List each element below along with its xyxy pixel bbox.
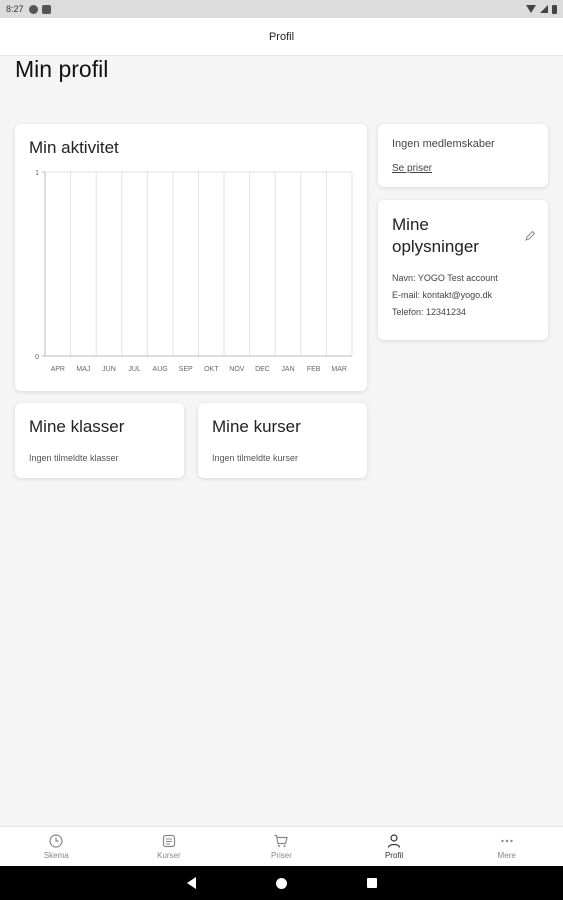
chart-x-tick-label: AUG: [153, 366, 168, 373]
membership-card: Ingen medlemskaber Se priser: [378, 124, 548, 187]
nav-item-skema[interactable]: Skema: [0, 827, 113, 866]
recents-icon[interactable]: [366, 878, 377, 888]
wifi-icon: [526, 5, 536, 13]
nav-label-profil: Profil: [384, 851, 404, 860]
info-lines: Navn: YOGO Test account E-mail: kontakt@…: [392, 270, 498, 321]
back-icon[interactable]: [186, 877, 196, 889]
list-icon: [162, 834, 175, 848]
sync-icon: [28, 4, 38, 14]
chart-x-tick-label: DEC: [255, 366, 270, 373]
nav-label-mere: Mere: [497, 851, 516, 860]
chart-x-tick-label: FEB: [307, 366, 321, 373]
page-title: Min profil: [15, 56, 109, 82]
courses-card[interactable]: Mine kurser Ingen tilmeldte kurser: [198, 403, 367, 478]
nav-label-kurser: Kurser: [157, 851, 181, 860]
activity-card: Min aktivitet 0 1 APR MAJ JUN JUL AUG SEP OKT NOV…: [15, 124, 367, 391]
courses-empty-text: Ingen tilmeldte kurser: [212, 453, 299, 463]
chart-x-tick-label: NOV: [229, 366, 245, 373]
nav-item-profil[interactable]: Profil: [338, 827, 451, 866]
chart-y-tick-label: 0: [35, 354, 39, 361]
nav-label-priser: Priser: [271, 851, 292, 860]
membership-empty-text: Ingen medlemskaber: [392, 138, 495, 150]
nav-label-skema: Skema: [43, 851, 69, 860]
chart-x-tick-label: MAR: [331, 366, 347, 373]
chart-y-tick-label: 1: [35, 170, 39, 177]
more-icon: [500, 839, 513, 843]
info-title: Mine oplysninger: [392, 215, 479, 256]
home-icon[interactable]: [275, 877, 287, 889]
signal-icon: [540, 5, 548, 13]
edit-icon[interactable]: [524, 230, 536, 242]
chart-x-tick-label: JUL: [128, 366, 141, 373]
chart-x-tick-label: MAJ: [76, 366, 90, 373]
classes-title: Mine klasser: [29, 417, 125, 436]
person-icon: [387, 834, 401, 848]
chart-x-tick-label: OKT: [204, 366, 219, 373]
clock-icon: [49, 834, 63, 848]
system-nav-bar: [0, 866, 563, 900]
classes-empty-text: Ingen tilmeldte klasser: [29, 453, 119, 463]
app-bar: Profil: [0, 18, 563, 56]
info-name: Navn: YOGO Test account: [392, 273, 498, 283]
activity-chart: 0 1 APR MAJ JUN JUL AUG SEP OKT NOV DEC JAN FEB MAR: [35, 170, 353, 373]
battery-icon: [552, 4, 557, 14]
app-bar-title: Profil: [268, 30, 295, 43]
status-time: 8:27: [6, 4, 24, 14]
info-card: Mine oplysninger Navn: YOGO Test account…: [378, 200, 548, 340]
nav-item-kurser[interactable]: Kurser: [113, 827, 226, 866]
status-bar: 8:27: [0, 0, 563, 18]
chart-x-tick-label: SEP: [179, 366, 193, 373]
nav-item-mere[interactable]: Mere: [450, 827, 563, 866]
cart-icon: [274, 834, 289, 847]
courses-title: Mine kurser: [212, 417, 301, 436]
bottom-nav: Skema Kurser Priser Profil Mere: [0, 826, 563, 866]
chart-x-tick-label: JUN: [102, 366, 116, 373]
info-phone: Telefon: 12341234: [392, 307, 467, 317]
nav-item-priser[interactable]: Priser: [225, 827, 338, 866]
chart-x-tick-label: APR: [51, 366, 65, 373]
info-email: E-mail: kontakt@yogo.dk: [392, 290, 493, 300]
classes-card[interactable]: Mine klasser Ingen tilmeldte klasser: [15, 403, 184, 478]
chart-x-tick-label: JAN: [281, 366, 294, 373]
see-prices-link[interactable]: Se priser: [392, 163, 432, 174]
sim-icon: [41, 4, 51, 14]
